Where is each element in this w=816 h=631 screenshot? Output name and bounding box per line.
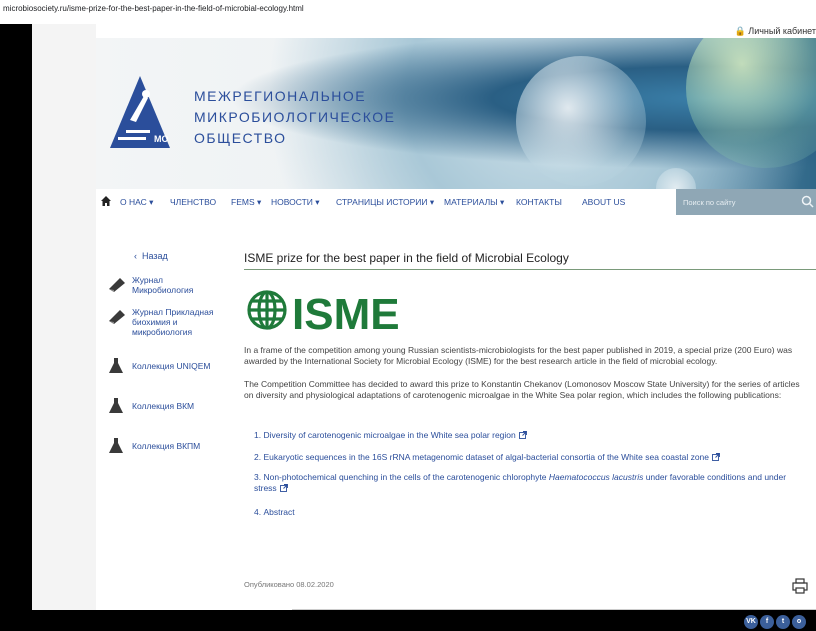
flask-icon	[109, 438, 123, 453]
site-page: 🔒 Личный кабинет МО МЕЖРЕГИОНАЛЬНОЕ МИКР…	[96, 24, 816, 629]
search-input[interactable]: Поиск по сайту	[676, 189, 816, 215]
chevron-left-icon: ‹	[134, 251, 140, 261]
isme-logo-text: ISME	[292, 290, 400, 333]
society-name-line2: МИКРОБИОЛОГИЧЕСКОЕ	[194, 109, 396, 125]
publication-link[interactable]: Abstract	[263, 507, 294, 517]
nav-item-materials[interactable]: МАТЕРИАЛЫ ▾	[444, 197, 504, 208]
address-bar[interactable]: microbiosociety.ru/isme-prize-for-the-be…	[0, 0, 816, 24]
flask-icon	[109, 398, 123, 413]
society-name: МЕЖРЕГИОНАЛЬНОЕ МИКРОБИОЛОГИЧЕСКОЕ ОБЩЕС…	[194, 86, 396, 149]
sidebar-item-label: Коллекция UNIQEM	[132, 361, 211, 371]
site-header: МО МЕЖРЕГИОНАЛЬНОЕ МИКРОБИОЛОГИЧЕСКОЕ ОБ…	[96, 38, 816, 189]
society-name-line1: МЕЖРЕГИОНАЛЬНОЕ	[194, 88, 367, 104]
paragraph-intro: In a frame of the competition among youn…	[244, 345, 793, 366]
publication-link[interactable]: Non-photochemical quenching in the cells…	[263, 472, 548, 482]
cell-bubble-decoration	[686, 38, 816, 168]
journal-icon	[109, 278, 125, 292]
publication-item[interactable]: 1. Diversity of carotenogenic microalgae…	[254, 430, 809, 441]
nav-item-contacts[interactable]: КОНТАКТЫ	[516, 197, 562, 207]
print-icon[interactable]	[792, 578, 808, 594]
nav-item-news[interactable]: НОВОСТИ ▾	[271, 197, 320, 208]
top-bar: 🔒 Личный кабинет	[96, 24, 816, 38]
external-link-icon[interactable]	[279, 484, 288, 492]
back-link[interactable]: ‹ Назад	[134, 251, 168, 261]
odnoklassniki-icon[interactable]: o	[792, 615, 806, 629]
logo-mark-text: МО	[154, 134, 169, 144]
flask-icon	[109, 358, 123, 373]
cell-bubble-decoration	[656, 168, 696, 189]
publication-item[interactable]: 2. Eukaryotic sequences in the 16S rRNA …	[254, 452, 809, 463]
published-date: Опубликовано 08.02.2020	[244, 580, 334, 589]
lock-icon: 🔒	[734, 26, 746, 36]
sidebar-item-label: Журнал Микробиология	[132, 275, 194, 295]
title-divider	[244, 269, 816, 270]
paragraph-committee: The Competition Committee has decided to…	[244, 379, 800, 400]
isme-logo: ISME	[247, 290, 400, 333]
society-logo-icon[interactable]: МО	[108, 74, 172, 158]
left-dark-strip	[0, 24, 32, 610]
social-share: VK f t o	[744, 615, 816, 631]
home-icon[interactable]	[100, 195, 112, 207]
publication-species[interactable]: Haematococcus lacustris	[549, 472, 643, 482]
nav-item-history[interactable]: СТРАНИЦЫ ИСТОРИИ ▾	[336, 197, 434, 208]
back-label: Назад	[142, 251, 168, 261]
nav-item-fems[interactable]: FEMS ▾	[231, 197, 261, 208]
cabinet-label: Личный кабинет	[748, 26, 816, 36]
external-link-icon[interactable]	[518, 431, 527, 439]
nav-item-membership[interactable]: ЧЛЕНСТВО	[170, 197, 216, 207]
journal-icon	[109, 310, 125, 324]
cell-bubble-decoration	[516, 56, 646, 186]
publication-link[interactable]: Eukaryotic sequences in the 16S rRNA met…	[263, 452, 709, 462]
vk-icon[interactable]: VK	[744, 615, 758, 629]
search-placeholder: Поиск по сайту	[683, 198, 736, 207]
publication-item[interactable]: 4. Abstract	[254, 507, 809, 518]
personal-account-link[interactable]: 🔒 Личный кабинет	[735, 26, 816, 37]
sidebar-item-label: Коллекция ВКПМ	[132, 441, 201, 451]
society-name-line3: ОБЩЕСТВО	[194, 130, 287, 146]
search-icon[interactable]	[801, 195, 814, 208]
page-title: ISME prize for the best paper in the fie…	[244, 251, 569, 265]
sidebar-item-label: Журнал Прикладная биохимия и микробиолог…	[132, 307, 214, 337]
sidebar-item-label: Коллекция ВКМ	[132, 401, 195, 411]
nav-item-about[interactable]: О НАС ▾	[120, 197, 153, 208]
main-nav: О НАС ▾ ЧЛЕНСТВО FEMS ▾ НОВОСТИ ▾ СТРАНИ…	[96, 189, 816, 215]
nav-item-about-us[interactable]: ABOUT US	[582, 197, 625, 207]
facebook-icon[interactable]: f	[760, 615, 774, 629]
twitter-icon[interactable]: t	[776, 615, 790, 629]
url-text: microbiosociety.ru/isme-prize-for-the-be…	[3, 4, 304, 13]
publication-item[interactable]: 3. Non-photochemical quenching in the ce…	[254, 472, 809, 494]
external-link-icon[interactable]	[712, 453, 720, 461]
publication-link[interactable]: Diversity of carotenogenic microalgae in…	[263, 430, 515, 440]
